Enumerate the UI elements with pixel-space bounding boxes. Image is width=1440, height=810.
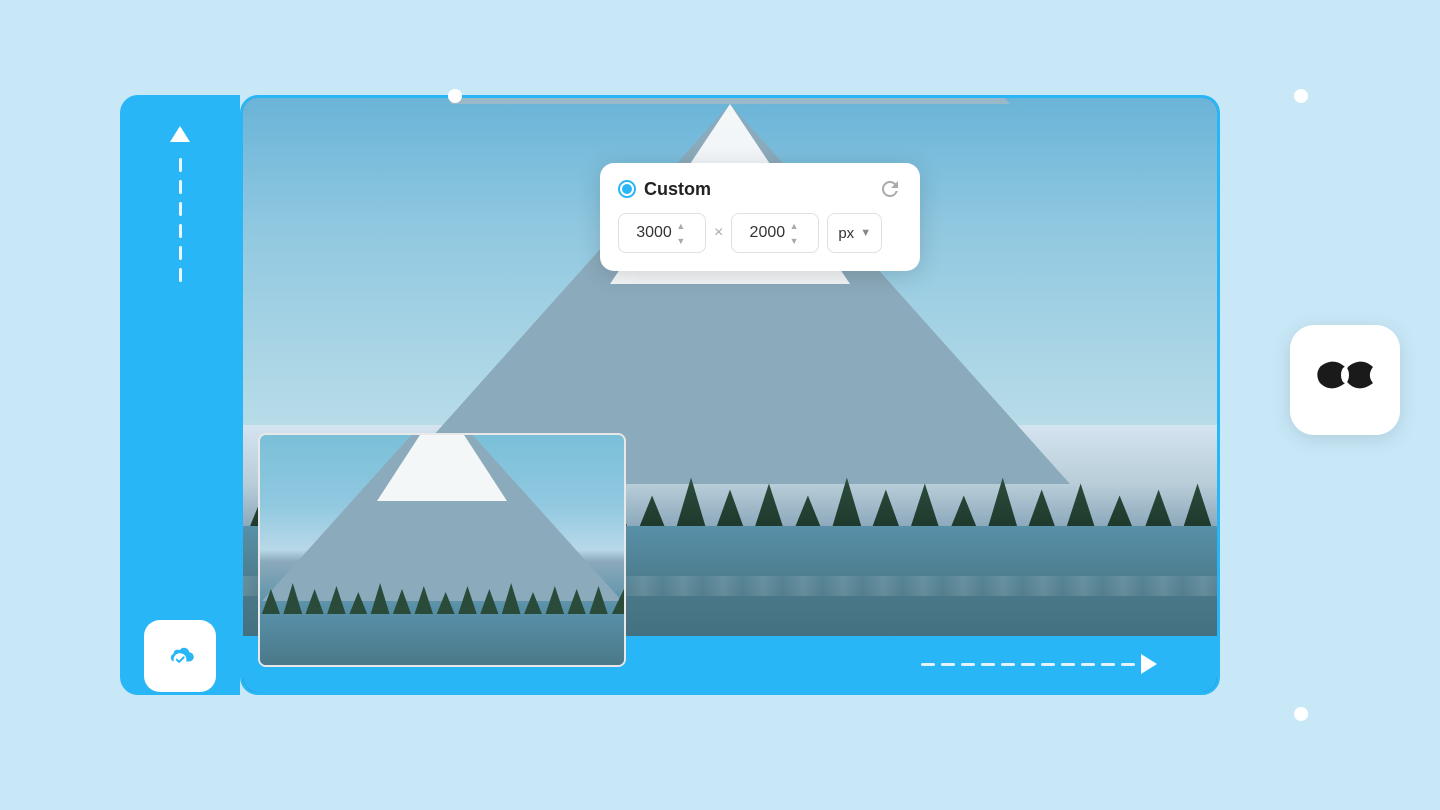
corner-dot-top-left xyxy=(448,89,462,103)
unit-selector[interactable]: px ▼ xyxy=(827,213,882,253)
cloud-upload-icon xyxy=(158,634,202,678)
unit-chevron-icon: ▼ xyxy=(860,227,871,239)
custom-label: Custom xyxy=(644,179,711,200)
corner-dot-top-right xyxy=(1294,89,1308,103)
capcut-icon-box[interactable] xyxy=(1290,325,1400,435)
scene: Custom 3000 ▲ ▼ × 2000 xyxy=(120,75,1320,735)
unit-value: px xyxy=(838,225,854,242)
panel-header: Custom xyxy=(618,177,902,201)
capcut-logo-icon xyxy=(1310,345,1380,415)
upload-dashed-line xyxy=(179,158,182,604)
thumbnail-mountain-bg xyxy=(260,435,624,665)
custom-settings-panel: Custom 3000 ▲ ▼ × 2000 xyxy=(600,163,920,271)
upload-arrow-icon xyxy=(170,126,190,142)
height-value: 2000 xyxy=(750,224,786,242)
width-input[interactable]: 3000 ▲ ▼ xyxy=(618,213,706,253)
dimensions-row: 3000 ▲ ▼ × 2000 ▲ ▼ px ▼ xyxy=(618,213,902,253)
upload-panel xyxy=(120,95,240,695)
custom-label-row: Custom xyxy=(618,179,711,200)
height-spinners: ▲ ▼ xyxy=(787,219,801,248)
height-increment[interactable]: ▲ xyxy=(787,219,801,233)
export-dashes xyxy=(921,663,1135,666)
thumbnail-snow xyxy=(377,435,507,501)
reset-button[interactable] xyxy=(878,177,902,201)
thumbnail-preview xyxy=(258,433,626,667)
radio-inner-dot xyxy=(622,184,632,194)
thumbnail-water xyxy=(260,614,624,665)
cloud-upload-icon-box[interactable] xyxy=(144,620,216,692)
height-decrement[interactable]: ▼ xyxy=(787,234,801,248)
width-spinners: ▲ ▼ xyxy=(674,219,688,248)
height-input[interactable]: 2000 ▲ ▼ xyxy=(731,213,819,253)
custom-radio[interactable] xyxy=(618,180,636,198)
dimension-separator: × xyxy=(714,224,723,242)
corner-dot-bottom-right xyxy=(1294,707,1308,721)
width-decrement[interactable]: ▼ xyxy=(674,234,688,248)
width-value: 3000 xyxy=(636,224,672,242)
export-arrow-icon xyxy=(1141,654,1157,674)
width-increment[interactable]: ▲ xyxy=(674,219,688,233)
export-arrow xyxy=(921,654,1157,674)
